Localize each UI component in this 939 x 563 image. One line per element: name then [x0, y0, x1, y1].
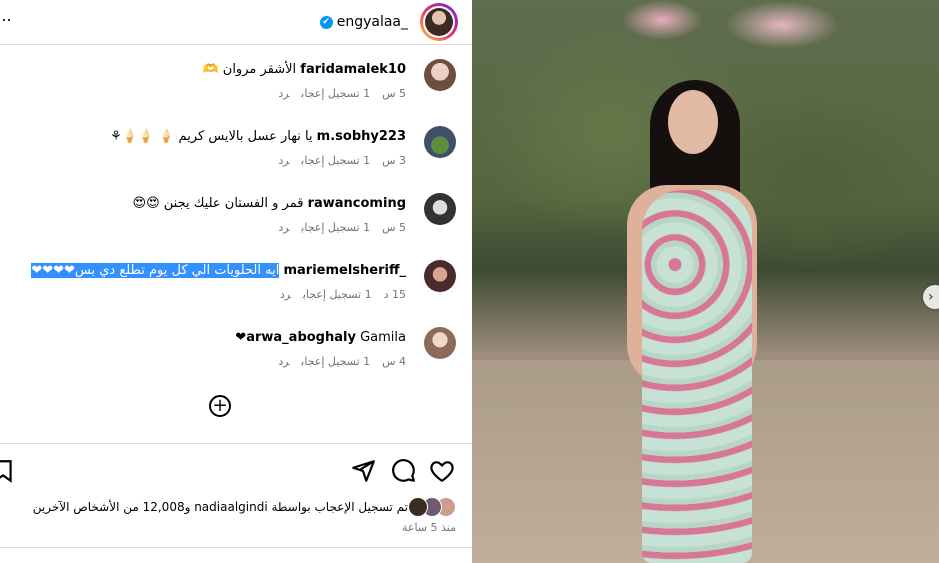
- commenter-avatar[interactable]: [424, 260, 456, 292]
- comment-meta: 3 س 1 تسجيل إعجاب رد: [266, 154, 406, 167]
- comment-time: 15 د: [383, 288, 406, 301]
- bookmark-icon[interactable]: [0, 458, 16, 484]
- comment-time: 5 س: [382, 87, 406, 100]
- comment-likes[interactable]: 1 تسجيل إعجاب: [301, 355, 370, 368]
- reply-button[interactable]: رد: [278, 355, 289, 368]
- comment-username[interactable]: arwa_aboghaly: [246, 330, 356, 345]
- comment-meta: 5 س 1 تسجيل إعجاب رد: [266, 221, 406, 234]
- comment-text: _mariemelsheriff ايه الحلويات الي كل يوم…: [31, 263, 406, 278]
- comment-time: 3 س: [382, 154, 406, 167]
- comment-username[interactable]: faridamalek10: [300, 62, 406, 77]
- likes-text[interactable]: تم تسجيل الإعجاب بواسطة nadiaalgindi و12…: [33, 500, 408, 514]
- commenter-avatar[interactable]: [424, 193, 456, 225]
- comment-likes[interactable]: 1 تسجيل إعجاب: [301, 154, 370, 167]
- photo-subject-face: [668, 90, 718, 154]
- author-row: ✔ engyalaa_: [319, 14, 408, 30]
- comment-username[interactable]: m.sobhy223: [317, 129, 406, 144]
- comment-text: faridamalek10 الأشقر مروان 🫶: [202, 62, 406, 77]
- more-options-icon[interactable]: ⋯: [0, 10, 13, 29]
- reply-button[interactable]: رد: [280, 288, 291, 301]
- author-avatar[interactable]: [420, 3, 458, 41]
- comment-text: rawancoming قمر و الفستان عليك يجنن 😍😍: [132, 196, 406, 211]
- likes-summary: تم تسجيل الإعجاب بواسطة nadiaalgindi و12…: [33, 497, 456, 517]
- reply-button[interactable]: رد: [278, 221, 289, 234]
- post-photo[interactable]: [472, 0, 939, 563]
- verified-badge-icon: ✔: [319, 15, 333, 29]
- reply-button[interactable]: رد: [278, 87, 289, 100]
- comment-icon[interactable]: [390, 458, 416, 484]
- commenter-avatar[interactable]: [424, 327, 456, 359]
- comment-time: 4 س: [382, 355, 406, 368]
- comment-meta: 5 س 1 تسجيل إعجاب رد: [266, 87, 406, 100]
- comment-username[interactable]: _mariemelsheriff: [283, 263, 406, 278]
- liker-avatars[interactable]: [408, 497, 456, 517]
- comment-item: m.sobhy223 يا نهار عسل بالايس كريم 🍦 🍦🍦⚘…: [0, 121, 456, 181]
- comment-meta: 15 د 1 تسجيل إعجاب رد: [268, 288, 406, 301]
- divider: [0, 547, 472, 548]
- comment-item: faridamalek10 الأشقر مروان 🫶 5 س 1 تسجيل …: [0, 54, 456, 114]
- comment-text: m.sobhy223 يا نهار عسل بالايس كريم 🍦 🍦🍦⚘: [110, 129, 406, 144]
- comment-item: rawancoming قمر و الفستان عليك يجنن 😍😍 5…: [0, 188, 456, 248]
- comment-time: 5 س: [382, 221, 406, 234]
- commenter-avatar[interactable]: [424, 126, 456, 158]
- post-header: ⋯ ✔ engyalaa_: [0, 0, 472, 45]
- comment-likes[interactable]: 1 تسجيل إعجاب: [303, 288, 372, 301]
- reply-button[interactable]: رد: [278, 154, 289, 167]
- comment-username[interactable]: rawancoming: [308, 196, 406, 211]
- comment-likes[interactable]: 1 تسجيل إعجاب: [301, 87, 370, 100]
- comment-likes[interactable]: 1 تسجيل إعجاب: [301, 221, 370, 234]
- share-icon[interactable]: [350, 458, 376, 484]
- photo-subject-dress: [642, 190, 752, 563]
- comment-item: _mariemelsheriff ايه الحلويات الي كل يوم…: [0, 255, 456, 315]
- load-more-comments-icon[interactable]: +: [209, 395, 231, 417]
- commenter-avatar[interactable]: [424, 59, 456, 91]
- post-time: منذ 5 ساعة: [401, 521, 456, 534]
- background-flowers: [582, 0, 842, 60]
- comment-text: arwa_aboghaly Gamila❤: [235, 330, 406, 345]
- author-username[interactable]: engyalaa_: [337, 14, 408, 30]
- comment-meta: 4 س 1 تسجيل إعجاب رد: [266, 355, 406, 368]
- post-actions: [0, 443, 472, 496]
- comment-item: arwa_aboghaly Gamila❤ 4 س 1 تسجيل إعجاب رد: [0, 322, 456, 382]
- post-panel: ⋯ ✔ engyalaa_ faridamalek10 الأشقر مروان…: [0, 0, 472, 563]
- selected-comment-text: ايه الحلويات الي كل يوم تطلع دي بس❤❤❤❤: [31, 263, 280, 278]
- like-heart-icon[interactable]: [429, 458, 455, 484]
